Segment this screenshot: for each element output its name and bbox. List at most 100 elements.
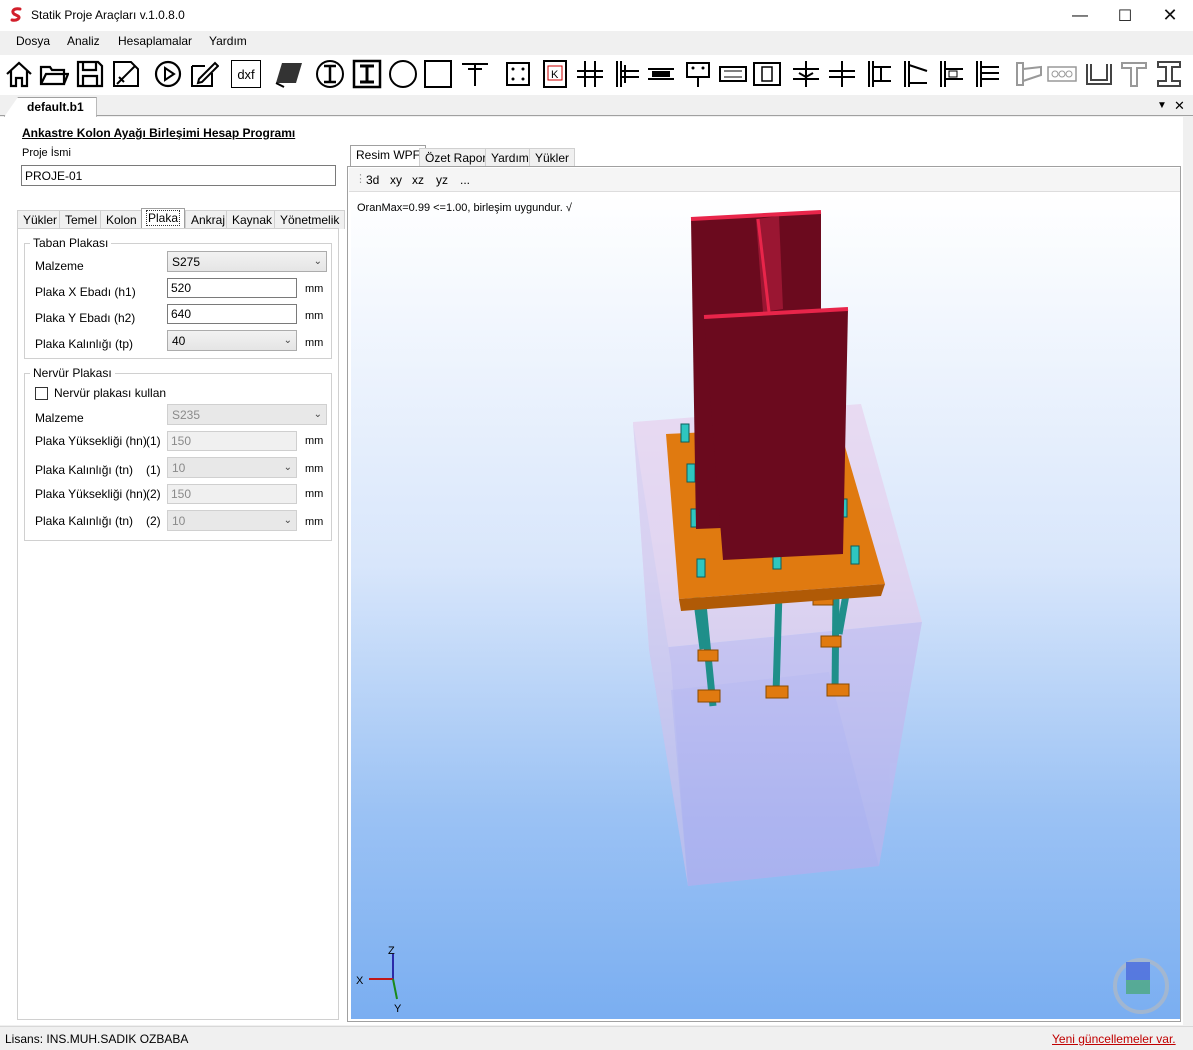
hn2-index: (2) [146,487,161,501]
view-xy-button[interactable]: xy [390,173,402,187]
hn1-label: Plaka Yüksekliği (hn) [35,434,147,448]
chevron-down-icon: ⌄ [283,335,292,346]
axis-x-label: X [356,975,364,987]
nervur-malzeme-select[interactable]: S235 ⌄ [167,404,327,425]
tab-plaka[interactable]: Plaka [141,208,186,229]
steel-column [690,210,849,560]
tab-yardim[interactable]: Yardım [485,148,535,167]
vertical-scrollbar[interactable] [1183,117,1193,1025]
tab-ankraj[interactable]: Ankraj [185,210,232,229]
bolted-plate-icon[interactable] [502,58,534,90]
i-beam-icon[interactable] [1153,58,1185,90]
tab-close-icon[interactable]: ✕ [1174,98,1185,114]
plaka-kalinlik-select[interactable]: 40 ⌄ [167,330,297,351]
beam-column-icon-2[interactable] [610,58,642,90]
tn2-index: (2) [146,514,161,528]
channel-section-icon[interactable] [1083,58,1115,90]
section-view-icon[interactable] [273,58,305,90]
nervur-plakasi-legend: Nervür Plakası [30,366,115,380]
3d-viewport[interactable] [351,194,1180,1019]
nervur-checkbox-label: Nervür plakası kullan [54,386,167,400]
minimize-button[interactable]: — [1057,0,1103,31]
tab-kolon[interactable]: Kolon [100,210,143,229]
column-base-3d-model [369,210,1169,1014]
view-more-button[interactable]: ... [460,173,470,187]
view-3d-button[interactable]: 3d [366,173,379,187]
pencil-icon[interactable] [188,58,220,90]
beam-column-icon-7[interactable] [934,58,966,90]
tn2-select[interactable]: 10 ⌄ [167,510,297,531]
beam-column-icon-4[interactable] [826,58,858,90]
plaka-x-label: Plaka X Ebadı (h1) [35,285,136,299]
plaka-y-unit: mm [305,310,324,322]
axis-gizmo [369,954,398,1000]
tab-dropdown-icon[interactable]: ▼ [1157,100,1167,111]
end-plate-icon[interactable] [717,58,749,90]
app-logo-icon [8,7,24,23]
tab-yukler[interactable]: Yükler [17,210,64,229]
window-title: Statik Proje Araçları v.1.0.8.0 [31,8,185,22]
tn1-index: (1) [146,463,161,477]
edit-drawing-icon[interactable] [110,58,142,90]
view-yz-button[interactable]: yz [436,173,448,187]
plaka-y-label: Plaka Y Ebadı (h2) [35,311,136,325]
tab-temel[interactable]: Temel [59,210,104,229]
circle-section-icon[interactable] [387,58,419,90]
beam-column-icon-1[interactable] [574,58,606,90]
open-folder-icon[interactable] [38,58,70,90]
beam-column-icon-5[interactable] [862,58,894,90]
bolt-group-icon[interactable] [1046,58,1078,90]
taban-malzeme-label: Malzeme [35,259,84,273]
tab-ozet-rapor[interactable]: Özet Rapor [419,148,493,167]
t-section-icon[interactable] [459,58,491,90]
save-icon[interactable] [74,58,106,90]
toolbar-grip-icon: ⋮ [355,173,366,185]
play-icon[interactable] [152,58,184,90]
i-section-circle-icon[interactable] [314,58,346,90]
column-base-icon[interactable] [751,58,783,90]
hn1-input[interactable]: 150 [167,431,297,451]
project-name-label: Proje İsmi [22,147,71,159]
close-button[interactable]: ✕ [1147,0,1193,31]
beam-column-icon-8[interactable] [970,58,1002,90]
tab-yukler-right[interactable]: Yükler [529,148,576,167]
plaka-x-input[interactable]: 520 [167,278,297,298]
home-icon[interactable] [3,58,35,90]
haunch-icon[interactable] [1012,58,1044,90]
tn1-select[interactable]: 10 ⌄ [167,457,297,478]
view-cube-icon [1113,958,1169,1014]
beam-column-icon-3[interactable] [790,58,822,90]
tab-resim-wpf[interactable]: Resim WPF [350,145,426,167]
taban-malzeme-select[interactable]: S275 ⌄ [167,251,327,272]
chevron-down-icon: ⌄ [313,256,322,267]
dxf-export-icon[interactable]: dxf [231,60,261,88]
square-section-icon[interactable] [422,58,454,90]
view-xz-button[interactable]: xz [412,173,424,187]
view-toolbar [349,168,1180,192]
tab-kaynak[interactable]: Kaynak [226,210,279,229]
beam-column-icon-6[interactable] [898,58,930,90]
menu-hesaplamalar[interactable]: Hesaplamalar [118,34,192,48]
document-tab-strip [0,96,1193,116]
project-name-input[interactable]: PROJE-01 [21,165,336,186]
chevron-down-icon: ⌄ [283,462,292,473]
document-tab[interactable]: default.b1 [4,97,97,117]
hn2-input[interactable]: 150 [167,484,297,504]
maximize-button[interactable]: ☐ [1102,0,1148,31]
k-connection-icon[interactable]: K [539,58,571,90]
chevron-down-icon: ⌄ [313,409,322,420]
tab-yonetmelik[interactable]: Yönetmelik [274,210,346,229]
menu-yardim[interactable]: Yardım [209,34,247,48]
tn2-label: Plaka Kalınlığı (tn) [35,514,134,528]
menu-analiz[interactable]: Analiz [67,34,100,48]
i-section-box-icon[interactable] [351,58,383,90]
axis-y-label: Y [394,1003,402,1015]
bolt-pattern-icon[interactable] [682,58,714,90]
menu-dosya[interactable]: Dosya [16,34,50,48]
updates-link[interactable]: Yeni güncellemeler var. [1052,1032,1176,1046]
beam-splice-icon[interactable] [645,58,677,90]
t-beam-icon[interactable] [1118,58,1150,90]
plaka-y-input[interactable]: 640 [167,304,297,324]
nervur-checkbox[interactable] [35,387,48,400]
svg-text:K: K [551,69,559,81]
